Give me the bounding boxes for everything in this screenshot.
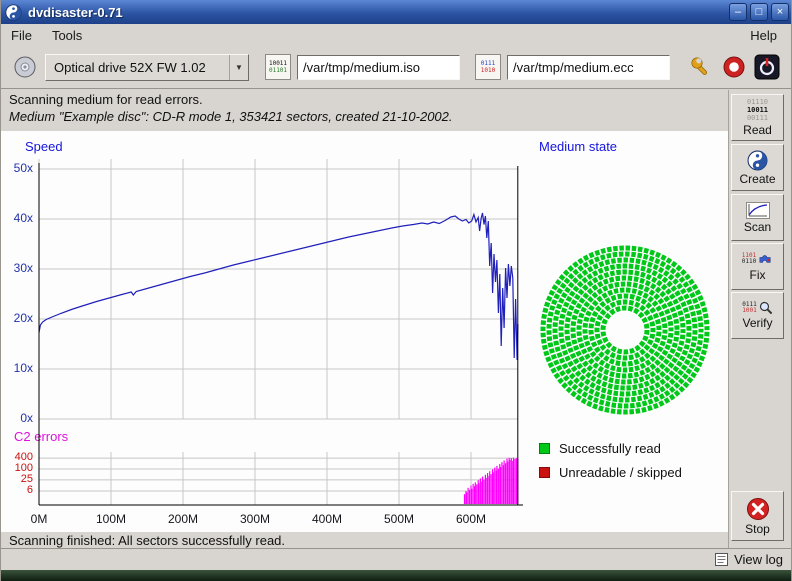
red-swatch-icon [539,467,550,478]
wrench-icon [688,54,714,80]
medium-state-title: Medium state [539,139,617,154]
ecc-path-input[interactable] [507,55,670,80]
minimize-button[interactable]: – [729,3,747,21]
iso-chip-row: 01101 [269,67,287,74]
finished-status: Scanning finished: All sectors successfu… [9,533,285,548]
about-button[interactable] [718,51,750,83]
titlebar[interactable]: dvdisaster-0.71 – □ × [1,0,792,24]
verify-button-label: Verify [742,316,772,330]
iso-image-icon: 10011 01101 [265,54,291,80]
puzzle-piece-icon [758,252,773,267]
quit-button[interactable] [751,51,783,83]
toolbar: Optical drive 52X FW 1.02 ▼ 10011 01101 … [1,46,792,89]
verify-icon: 0111 1001 [742,301,772,315]
window-title: dvdisaster-0.71 [28,5,726,20]
iso-chip-row: 10011 [269,60,287,67]
medium-state-disc [533,238,717,422]
menubar: File Tools Help [1,24,792,46]
binary-icon: 1001 [742,308,756,314]
read-button[interactable]: 01110 10011 00111 Read [731,94,784,141]
green-swatch-icon [539,443,550,454]
verify-button[interactable]: 0111 1001 Verify [731,292,784,339]
yin-yang-icon [747,150,768,171]
legend-label: Successfully read [559,441,661,456]
legend-successfully-read: Successfully read [539,441,661,456]
legend-unreadable: Unreadable / skipped [539,465,682,480]
app-icon [5,4,22,21]
view-log-label: View log [734,552,783,567]
binary-icon: 01110 [747,99,768,106]
fix-icon: 1101 0110 [742,252,773,267]
drive-select-value: Optical drive 52X FW 1.02 [46,60,229,75]
desktop-strip [1,570,792,581]
menu-tools[interactable]: Tools [42,26,92,45]
log-icon [715,553,728,566]
create-button[interactable]: Create [731,144,784,191]
menu-help[interactable]: Help [740,26,787,45]
close-icon: × [777,7,783,18]
ecc-chip-row: 0111 [481,60,495,67]
status-line-2: Medium "Example disc": CD-R mode 1, 3534… [9,109,453,124]
ecc-image-icon: 0111 1010 [475,54,501,80]
fix-button[interactable]: 1101 0110 Fix [731,243,784,290]
status-line-1: Scanning medium for read errors. [9,92,203,107]
scan-chart-icon [746,202,770,219]
fix-button-label: Fix [750,268,766,282]
bottombar: View log [1,548,792,570]
speed-c2-chart [37,158,523,510]
stop-button[interactable]: Stop [731,491,784,541]
binary-icon: 10011 [747,107,768,114]
disc-drive-icon [13,55,37,79]
drive-button[interactable] [9,51,41,83]
create-button-label: Create [739,172,775,186]
view-log-button[interactable]: View log [705,552,792,567]
iso-path-input[interactable] [297,55,460,80]
dvdisaster-logo-icon [722,55,746,79]
maximize-button[interactable]: □ [750,3,768,21]
scan-button-label: Scan [744,220,771,234]
binary-icon: 00111 [747,115,768,122]
preferences-button[interactable] [685,51,717,83]
menu-file[interactable]: File [1,26,42,45]
drive-select[interactable]: Optical drive 52X FW 1.02 ▼ [45,54,249,81]
chevron-down-icon: ▼ [229,55,248,80]
scan-button[interactable]: Scan [731,194,784,241]
sidebar-separator [728,90,729,548]
speed-chart-title: Speed [25,139,63,154]
binary-icon: 0110 [742,259,756,265]
stop-icon [746,497,770,521]
dvdisaster-window: dvdisaster-0.71 – □ × File Tools Help Op… [0,0,792,581]
stop-button-label: Stop [745,522,770,536]
legend-label: Unreadable / skipped [559,465,682,480]
power-icon [754,54,780,80]
maximize-icon: □ [756,7,763,18]
ecc-chip-row: 1010 [481,67,495,74]
read-button-label: Read [743,123,772,137]
close-button[interactable]: × [771,3,789,21]
minimize-icon: – [735,7,741,18]
magnifier-icon [759,301,773,315]
